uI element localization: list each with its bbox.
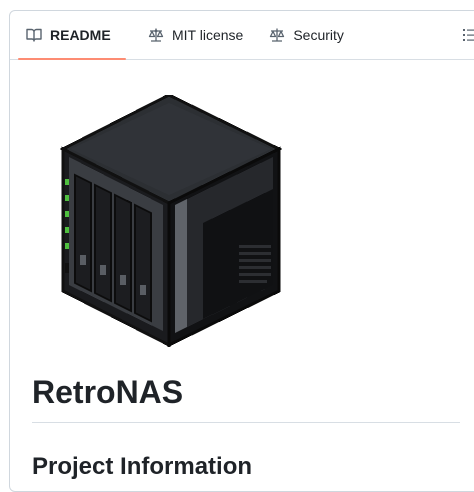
tab-readme-label: README <box>50 27 111 43</box>
tab-mit-license-label: MIT license <box>172 27 244 43</box>
readme-tab-bar: README MIT license Security <box>10 11 474 60</box>
law-icon <box>269 27 285 43</box>
outline-button[interactable] <box>463 27 474 48</box>
tab-mit-license[interactable]: MIT license <box>140 11 251 59</box>
law-icon <box>148 27 164 43</box>
tab-security-label: Security <box>293 27 344 43</box>
book-icon <box>26 27 42 43</box>
title-divider <box>32 422 460 423</box>
nas-pixel-art-image <box>57 93 285 348</box>
section-heading-project-information: Project Information <box>32 453 253 480</box>
list-unordered-icon <box>463 29 474 47</box>
tab-security[interactable]: Security <box>261 11 352 59</box>
readme-title: RetroNAS <box>32 374 184 410</box>
tab-readme[interactable]: README <box>18 11 126 60</box>
